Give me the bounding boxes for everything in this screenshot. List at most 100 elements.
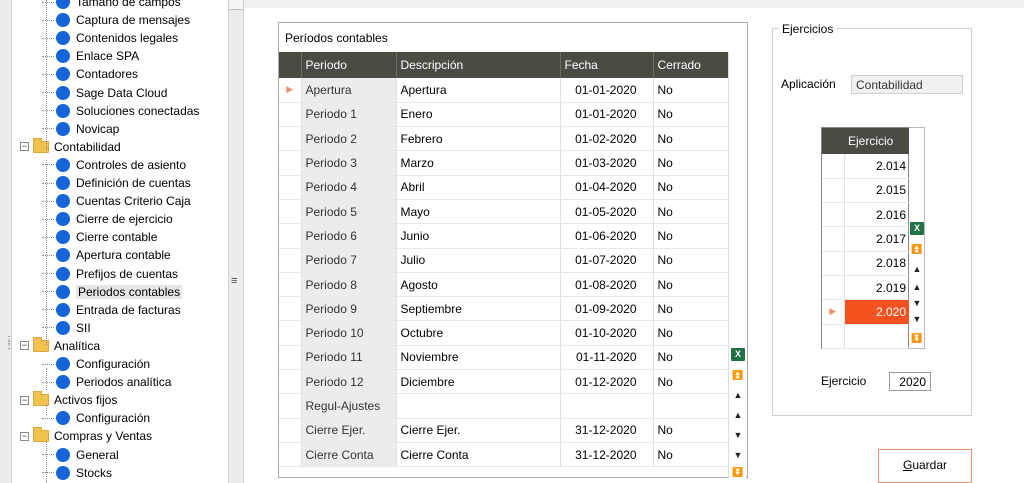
excel-export-icon[interactable]: X (910, 222, 924, 235)
cell-descripcion[interactable]: Enero (396, 102, 561, 128)
tree-item[interactable]: Contadores (42, 65, 138, 83)
cell-cerrado[interactable]: No (653, 199, 729, 225)
cell-ejercicio[interactable]: 2.020 (844, 299, 910, 325)
tree-item[interactable]: Definición de cuentas (42, 174, 191, 192)
cell-descripcion[interactable]: Octubre (396, 320, 561, 346)
cell-cerrado[interactable]: No (653, 272, 729, 298)
table-row[interactable]: Periodo 1 Enero 01-01-2020 No (279, 102, 729, 128)
excel-export-icon[interactable]: X (731, 348, 745, 361)
cell-fecha[interactable]: 01-12-2020 (560, 369, 654, 395)
cell-cerrado[interactable]: No (653, 345, 729, 371)
table-row[interactable]: Cierre Ejer. Cierre Ejer. 31-12-2020 No (279, 418, 729, 443)
tree-item[interactable]: Entrada de facturas (42, 301, 181, 319)
cell-fecha[interactable]: 01-10-2020 (560, 320, 654, 346)
tree-item[interactable]: Configuración (42, 409, 150, 427)
cell-periodo[interactable]: Periodo 6 (301, 223, 397, 249)
prev-record-icon[interactable]: ▲ (731, 408, 745, 422)
cell-cerrado[interactable]: No (653, 175, 729, 200)
tree-item[interactable]: Controles de asiento (42, 156, 186, 174)
collapse-icon[interactable]: − (20, 142, 29, 152)
cell-fecha[interactable]: 01-04-2020 (560, 175, 654, 200)
prev-page-icon[interactable]: ▲ (910, 262, 924, 276)
cell-descripcion[interactable]: Apertura (396, 78, 561, 103)
table-row[interactable]: 2.019 (822, 275, 910, 301)
table-row[interactable]: Periodo 2 Febrero 01-02-2020 No (279, 126, 729, 152)
cell-fecha[interactable]: 01-02-2020 (560, 126, 654, 152)
column-header-periodo[interactable]: Periodo (301, 52, 397, 78)
cell-fecha[interactable]: 01-09-2020 (560, 296, 654, 322)
cell-cerrado[interactable]: No (653, 442, 729, 468)
cell-ejercicio[interactable]: 2.015 (844, 178, 910, 204)
cell-cerrado[interactable] (653, 393, 729, 419)
tree-item[interactable]: Captura de mensajes (42, 11, 190, 29)
cell-periodo[interactable]: Periodo 4 (301, 175, 397, 200)
cell-descripcion[interactable]: Marzo (396, 150, 561, 176)
tree-item[interactable]: Periodos contables (42, 283, 183, 301)
table-row[interactable]: Regul-Ajustes (279, 393, 729, 419)
cell-periodo[interactable]: Periodo 3 (301, 150, 397, 176)
cell-periodo[interactable]: Periodo 8 (301, 272, 397, 298)
tree-item[interactable]: General (42, 446, 119, 464)
prev-page-icon[interactable]: ▲ (731, 388, 745, 402)
table-row[interactable]: 2.017 (822, 226, 910, 252)
tree-folder[interactable]: − Compras y Ventas (20, 427, 152, 445)
tree-folder[interactable]: − Activos fijos (20, 391, 117, 409)
cell-ejercicio[interactable]: 2.019 (844, 275, 910, 301)
cell-descripcion[interactable]: Diciembre (396, 369, 561, 395)
cell-descripcion[interactable]: Febrero (396, 126, 561, 152)
cell-descripcion[interactable]: Julio (396, 248, 561, 273)
table-row[interactable]: Periodo 6 Junio 01-06-2020 No (279, 223, 729, 249)
table-row[interactable]: 2.014 (822, 154, 910, 179)
splitter-top-button[interactable] (229, 0, 243, 10)
tree-item[interactable]: Cuentas Criterio Caja (42, 192, 191, 210)
cell-cerrado[interactable]: No (653, 102, 729, 128)
tree-item[interactable]: Sage Data Cloud (42, 84, 167, 102)
cell-periodo[interactable]: Cierre Ejer. (301, 418, 397, 443)
table-row[interactable]: 2.015 (822, 178, 910, 204)
cell-fecha[interactable]: 01-01-2020 (560, 78, 654, 103)
cell-periodo[interactable]: Periodo 5 (301, 199, 397, 225)
column-header-cerrado[interactable]: Cerrado (653, 52, 729, 78)
tree-item[interactable]: Apertura contable (42, 246, 171, 264)
cell-cerrado[interactable]: No (653, 369, 729, 395)
prev-record-icon[interactable]: ▲ (910, 280, 924, 294)
cell-cerrado[interactable]: No (653, 248, 729, 273)
cell-cerrado[interactable]: No (653, 296, 729, 322)
table-row[interactable]: ▶ Apertura Apertura 01-01-2020 No (279, 78, 729, 103)
next-page-icon[interactable]: ▼ (731, 448, 745, 462)
tree-folder[interactable]: − Analítica (20, 336, 100, 355)
cell-periodo[interactable]: Periodo 9 (301, 296, 397, 322)
cell-fecha[interactable]: 31-12-2020 (560, 442, 654, 468)
next-record-icon[interactable]: ▼ (910, 296, 924, 310)
table-row[interactable]: Periodo 12 Diciembre 01-12-2020 No (279, 369, 729, 395)
tree-item[interactable]: Periodos analítica (42, 373, 171, 391)
cell-cerrado[interactable]: No (653, 150, 729, 176)
cell-descripcion[interactable]: Mayo (396, 199, 561, 225)
cell-cerrado[interactable]: No (653, 78, 729, 103)
cell-fecha[interactable] (560, 393, 654, 419)
tree-item[interactable]: Stocks (42, 464, 112, 482)
cell-descripcion[interactable]: Abril (396, 175, 561, 200)
cell-ejercicio[interactable]: 2.017 (844, 226, 910, 252)
cell-cerrado[interactable]: No (653, 320, 729, 346)
table-row[interactable]: Periodo 3 Marzo 01-03-2020 No (279, 150, 729, 176)
guardar-button[interactable]: Guardar (878, 449, 972, 483)
panel-splitter[interactable]: ≡ (228, 0, 244, 483)
cell-descripcion[interactable]: Cierre Ejer. (396, 418, 561, 443)
cell-periodo[interactable]: Periodo 11 (301, 345, 397, 371)
cell-descripcion[interactable]: Noviembre (396, 345, 561, 371)
next-page-icon[interactable]: ▼ (910, 312, 924, 326)
tree-item[interactable]: Enlace SPA (42, 47, 139, 65)
cell-fecha[interactable]: 01-06-2020 (560, 223, 654, 249)
tree-item[interactable]: Cierre de ejercicio (42, 210, 173, 228)
cell-descripcion[interactable]: Junio (396, 223, 561, 249)
table-row[interactable]: Periodo 7 Julio 01-07-2020 No (279, 248, 729, 273)
cell-descripcion[interactable] (396, 393, 561, 419)
first-record-icon[interactable]: ⏫ (731, 368, 745, 382)
tree-item[interactable]: Configuración (42, 355, 150, 373)
table-row[interactable]: Periodo 4 Abril 01-04-2020 No (279, 175, 729, 200)
table-row[interactable]: Periodo 8 Agosto 01-08-2020 No (279, 272, 729, 298)
cell-fecha[interactable]: 01-01-2020 (560, 102, 654, 128)
cell-fecha[interactable]: 01-07-2020 (560, 248, 654, 273)
tree-item[interactable]: Tamaño de campos (42, 0, 181, 11)
